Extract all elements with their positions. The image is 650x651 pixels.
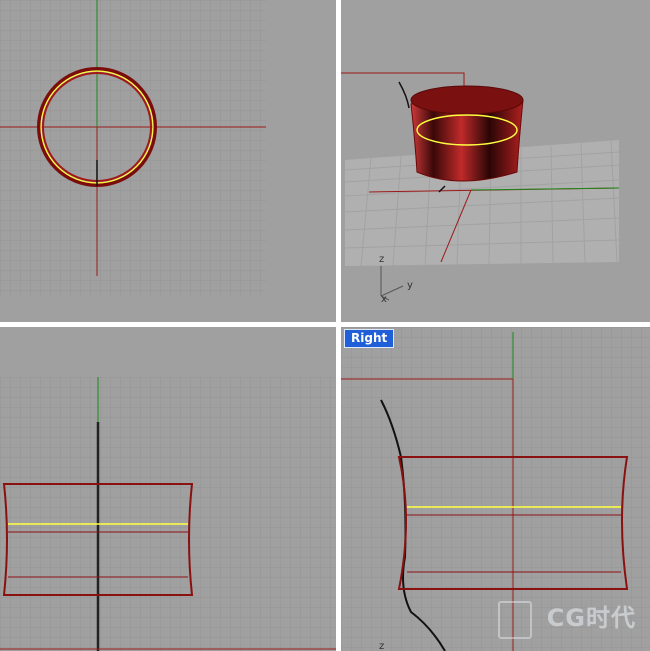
viewport-front[interactable] bbox=[0, 327, 336, 651]
viewport-perspective[interactable]: z y x bbox=[341, 0, 650, 322]
axis-label-z: z bbox=[379, 254, 384, 265]
viewport-front-canvas bbox=[0, 377, 336, 651]
viewport-perspective-canvas: z y x bbox=[341, 72, 620, 305]
grid bbox=[0, 377, 336, 651]
viewport-top[interactable] bbox=[0, 0, 336, 322]
viewport-title-right[interactable]: Right bbox=[344, 329, 395, 348]
axis-label-x: x bbox=[381, 294, 387, 305]
axis-label-y: y bbox=[407, 280, 413, 291]
viewport-top-canvas bbox=[0, 0, 266, 297]
profile-curve[interactable] bbox=[398, 81, 410, 109]
grid bbox=[0, 0, 266, 297]
watermark-text: CG时代 bbox=[546, 604, 636, 632]
axis-label-z: z bbox=[379, 641, 384, 651]
viewport-right[interactable]: z Right CG时代 bbox=[341, 327, 650, 651]
surface-top-rim[interactable] bbox=[410, 85, 524, 115]
watermark-logo-icon bbox=[498, 601, 532, 639]
